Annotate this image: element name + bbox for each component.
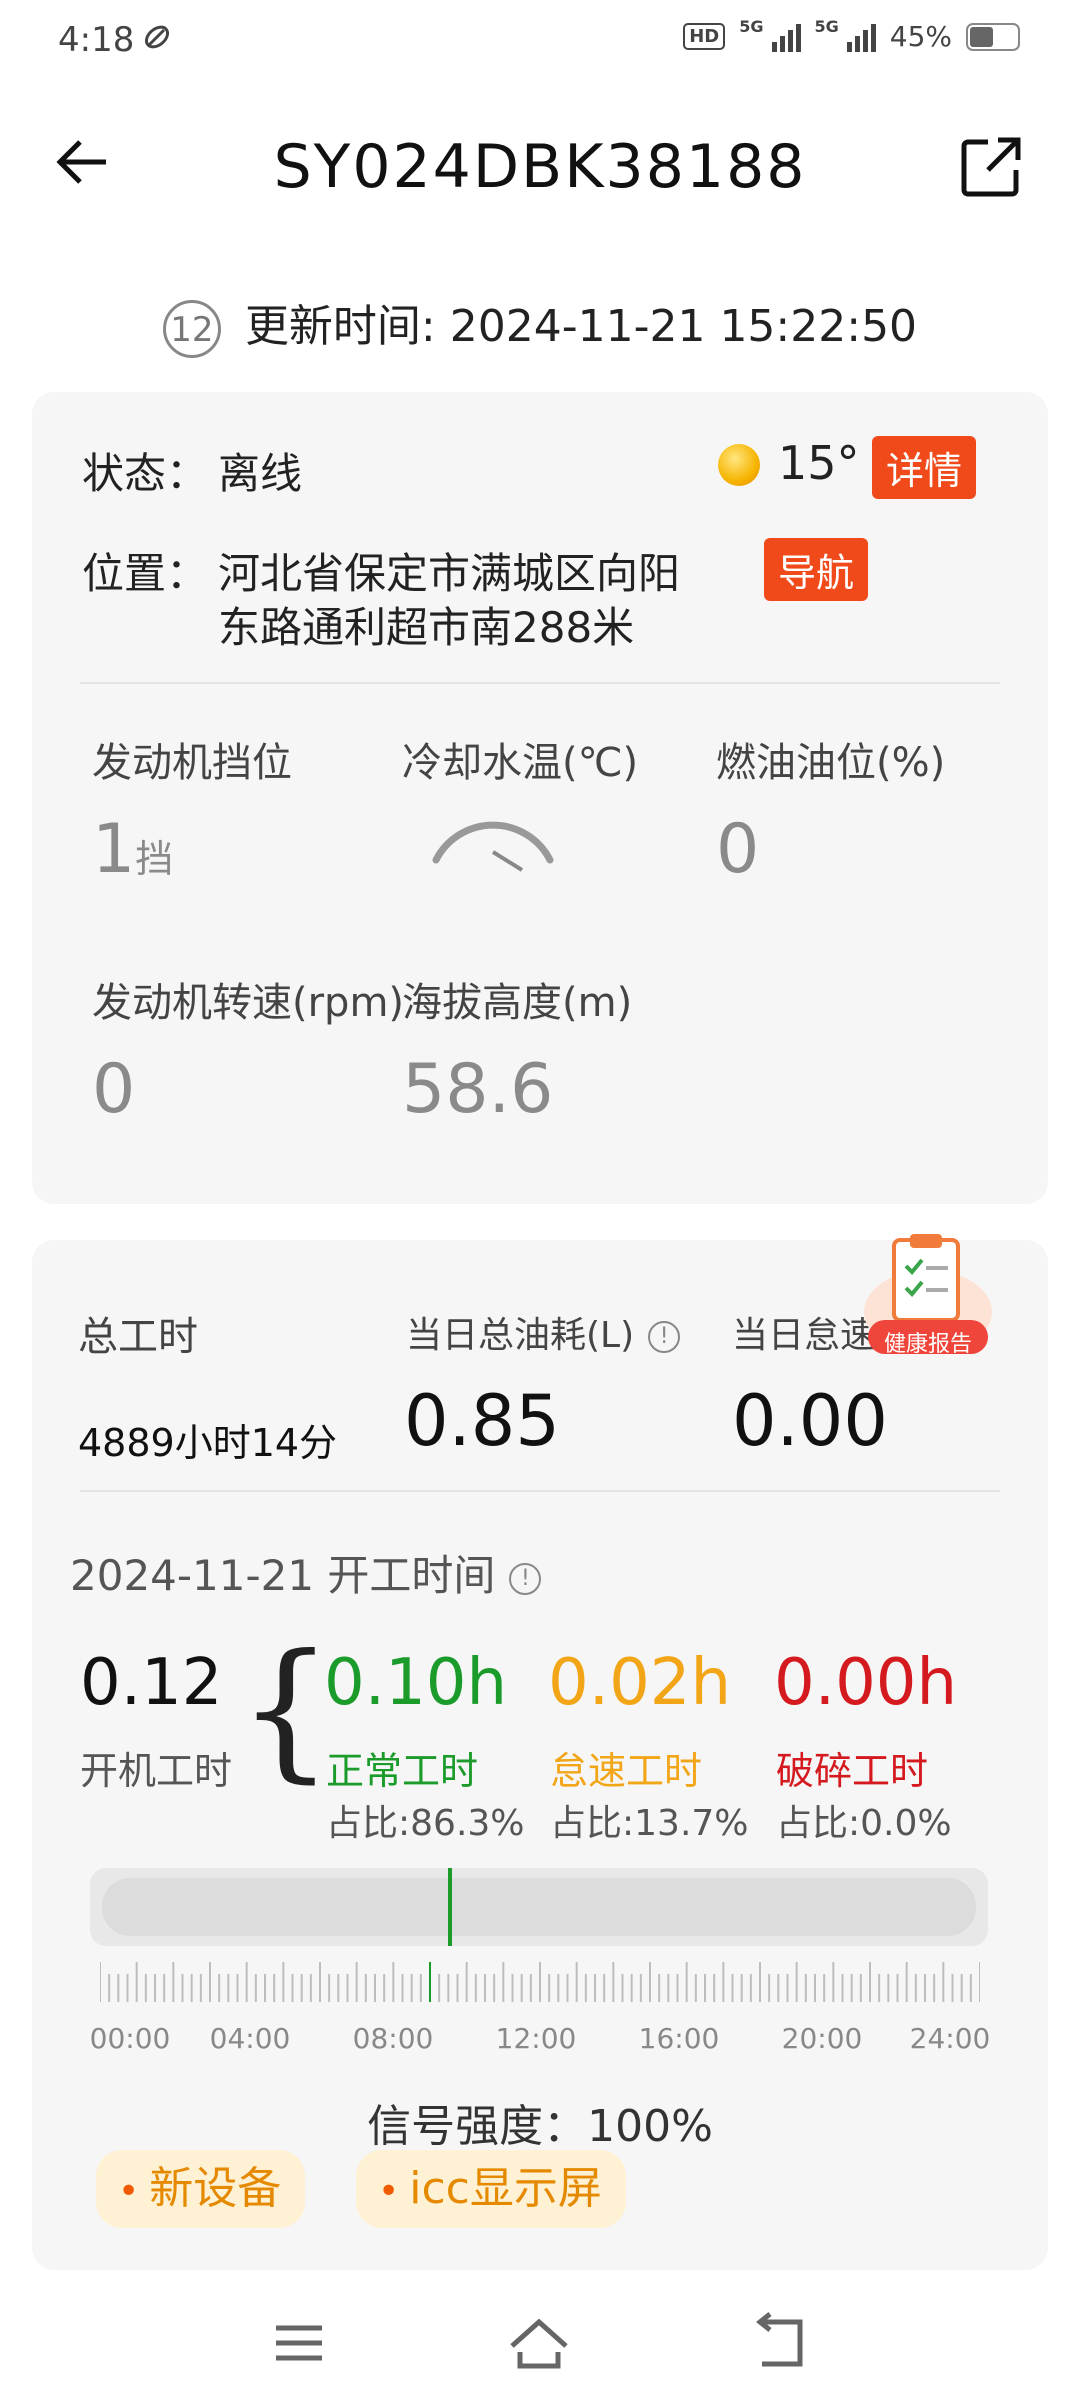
time-label: 16:00 (638, 2022, 720, 2055)
time-label: 20:00 (781, 2022, 863, 2055)
menu-icon (276, 2325, 322, 2361)
hd-icon: HD (683, 23, 726, 50)
engine-rpm-value: 0 (92, 1050, 136, 1129)
breaking-hours-ratio: 占比:0.0% (776, 1803, 952, 1844)
health-report-button[interactable]: 健康报告 (860, 1232, 996, 1362)
altitude-value: 58.6 (402, 1050, 554, 1129)
idle-fuel-value: 0.00 (732, 1380, 888, 1462)
fuel-level-value: 0 (716, 810, 760, 889)
status-card: 状态： 离线 15° 详情 位置： 河北省保定市满城区向阳 东路通利超市南288… (32, 392, 1048, 1204)
status-bar: 4:18 HD 5G 5G 45% (0, 0, 1080, 84)
brace-symbol: { (238, 1623, 334, 1797)
info-icon[interactable]: ! (648, 1321, 681, 1353)
total-hours-value: 4889小时14分 (78, 1421, 338, 1465)
signal-strength: 信号强度：100% (367, 2101, 713, 2152)
breaking-hours-value: 0.00h (774, 1646, 958, 1720)
home-button[interactable] (504, 2308, 574, 2378)
timeline-labels: 00:00 04:00 08:00 12:00 16:00 20:00 24:0… (89, 2022, 991, 2062)
idle-hours-label: 怠速工时 (550, 1749, 703, 1793)
tag-icc-display[interactable]: • icc显示屏 (356, 2150, 626, 2228)
location-line1: 河北省保定市满城区向阳 (218, 549, 681, 598)
update-time-label: 更新时间: 2024-11-21 15:22:50 (244, 301, 918, 352)
share-icon (961, 137, 1021, 197)
title-bar: SY024DBK38188 (0, 110, 1080, 230)
divider (80, 1490, 1000, 1492)
divider (80, 682, 1000, 684)
status-label: 状态： (82, 449, 209, 498)
page-title: SY024DBK38188 (273, 132, 807, 202)
gauge-icon (432, 821, 554, 872)
normal-hours-ratio: 占比:86.3% (326, 1803, 525, 1844)
status-time: 4:18 (58, 20, 135, 60)
time-label: 04:00 (209, 2022, 291, 2055)
timeline-ticks (100, 1962, 980, 2002)
runtime-value: 0.12 (80, 1646, 223, 1720)
location-line2: 东路通利超市南288米 (218, 603, 635, 652)
time-label: 12:00 (495, 2022, 577, 2055)
runtime-label: 开机工时 (80, 1749, 233, 1793)
altitude-label: 海拔高度(m) (402, 980, 633, 1026)
home-icon (510, 2318, 568, 2369)
leaf-icon (142, 22, 172, 60)
battery-percent: 45% (889, 20, 952, 53)
clock-icon: 12 (162, 300, 221, 358)
menu-button[interactable] (264, 2308, 334, 2378)
daily-fuel-value: 0.85 (404, 1380, 560, 1462)
health-report-label: 健康报告 (883, 1332, 972, 1357)
network-type-2: 5G (814, 17, 839, 36)
battery-icon (966, 22, 1020, 51)
timeline-track (102, 1878, 976, 1936)
back-nav-icon (755, 2312, 803, 2367)
share-button[interactable] (958, 134, 1024, 200)
breaking-hours-label: 破碎工时 (776, 1749, 929, 1793)
timeline-marker (448, 1868, 452, 1946)
time-label: 08:00 (352, 2022, 434, 2055)
signal-icon-2 (846, 22, 876, 52)
tag-new-device[interactable]: • 新设备 (96, 2150, 306, 2228)
daily-fuel-label: 当日总油耗(L)! (406, 1306, 681, 1358)
total-hours-label: 总工时 (78, 1314, 198, 1360)
fuel-level-label: 燃油油位(%) (716, 740, 946, 786)
weather-sun-icon (718, 444, 760, 486)
detail-button[interactable]: 详情 (872, 436, 977, 499)
system-nav-bar (0, 2290, 1080, 2400)
engine-gear-value: 1挡 (92, 810, 174, 889)
engine-gear-label: 发动机挡位 (92, 740, 292, 786)
location-label: 位置： (82, 549, 209, 598)
normal-hours-value: 0.10h (324, 1646, 508, 1720)
update-time-row: 12 更新时间: 2024-11-21 15:22:50 (0, 290, 1080, 358)
signal-icon (771, 22, 801, 52)
work-timeline[interactable] (90, 1868, 988, 1946)
idle-hours-ratio: 占比:13.7% (550, 1803, 749, 1844)
idle-hours-value: 0.02h (548, 1646, 732, 1720)
work-date-label: 2024-11-21 开工时间! (70, 1542, 542, 1603)
back-nav-button[interactable] (746, 2308, 816, 2378)
engine-rpm-label: 发动机转速(rpm) (92, 980, 405, 1026)
info-icon[interactable]: ! (509, 1562, 542, 1595)
status-value: 离线 (218, 449, 303, 498)
coolant-temp-label: 冷却水温(℃) (402, 740, 639, 786)
navigate-button[interactable]: 导航 (764, 538, 869, 601)
network-type: 5G (739, 17, 764, 36)
time-label: 00:00 (89, 2022, 171, 2055)
time-label: 24:00 (909, 2022, 991, 2055)
temperature: 15° (778, 436, 860, 490)
normal-hours-label: 正常工时 (326, 1749, 479, 1793)
